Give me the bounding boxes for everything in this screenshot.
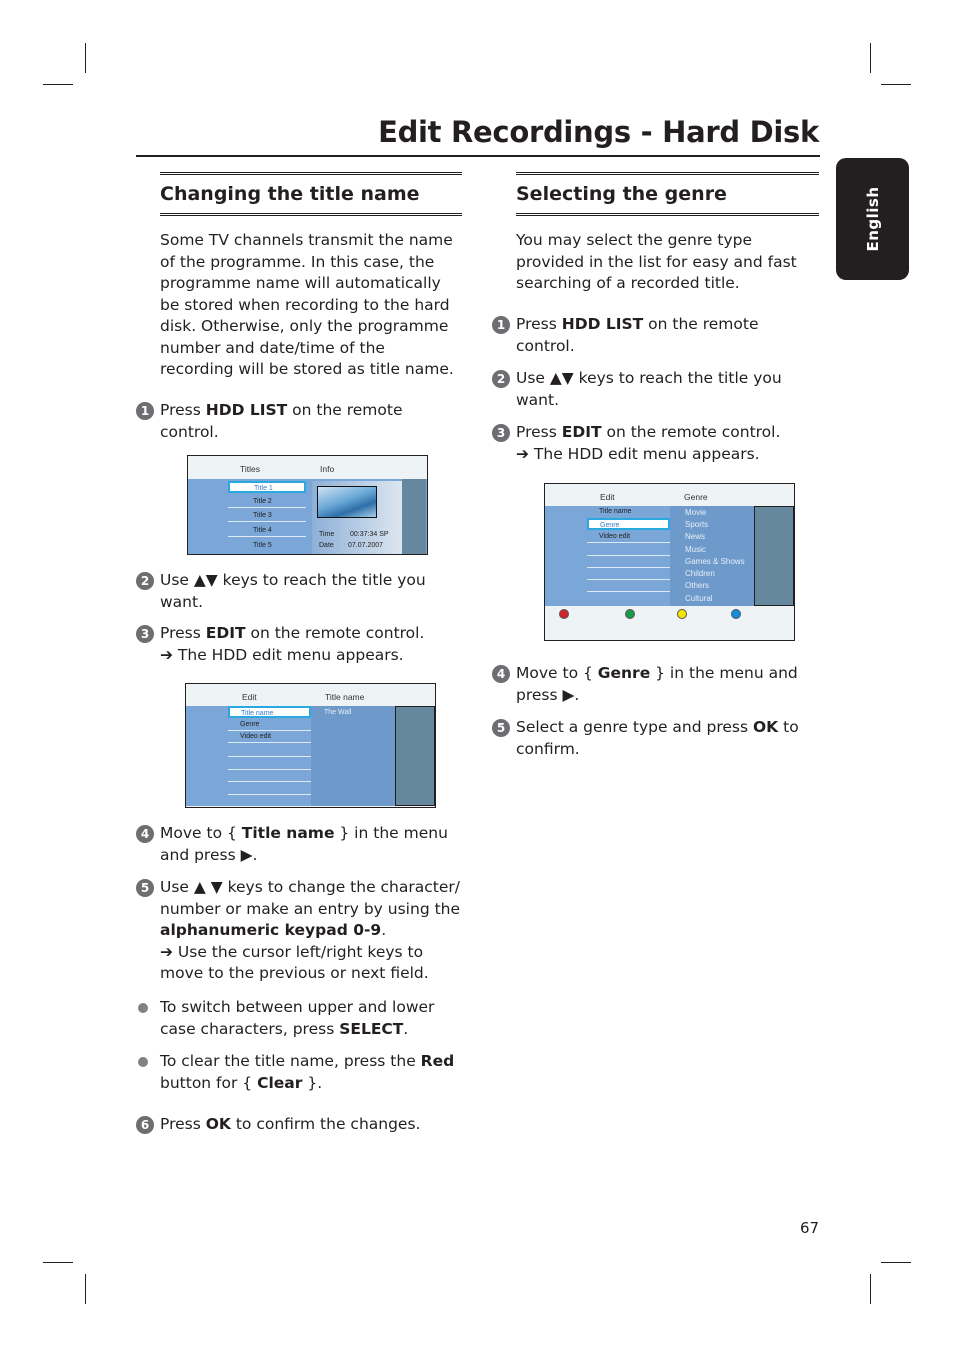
edit-item: Video edit bbox=[228, 731, 311, 743]
genre-option: Games & Shows bbox=[685, 557, 745, 566]
edit-item: Video edit bbox=[587, 531, 670, 543]
crop-mark bbox=[85, 43, 86, 73]
crop-mark bbox=[43, 1262, 73, 1263]
edit-item-empty bbox=[228, 769, 311, 782]
red-key-icon bbox=[559, 609, 569, 619]
date-label: Date bbox=[319, 542, 334, 549]
step-number-icon: 4 bbox=[492, 665, 510, 683]
step-number-icon: 1 bbox=[136, 402, 154, 420]
title-rule bbox=[136, 155, 820, 157]
step-number-icon: 5 bbox=[136, 879, 154, 897]
titles-menu-screenshot: Titles Info Title 1 Title 2 Title 3 Titl… bbox=[187, 455, 428, 555]
edit-column-header: Edit bbox=[600, 492, 615, 502]
genre-option: Music bbox=[685, 545, 706, 554]
step-number-icon: 3 bbox=[492, 424, 510, 442]
crop-mark bbox=[881, 1262, 911, 1263]
page-title: Edit Recordings - Hard Disk bbox=[378, 115, 819, 149]
right-step-3: 3 Press EDIT on the remote control. ➔ Th… bbox=[492, 422, 816, 465]
crop-mark bbox=[870, 1274, 871, 1304]
left-section-heading: Changing the title name bbox=[160, 172, 462, 216]
genre-column-header: Genre bbox=[684, 492, 708, 502]
edit-genre-screenshot: Edit Genre Title name Genre Video edit M… bbox=[544, 483, 795, 641]
page-number: 67 bbox=[800, 1219, 820, 1237]
left-step-6: 6 Press OK to confirm the changes. bbox=[136, 1114, 470, 1136]
step-number-icon: 3 bbox=[136, 625, 154, 643]
language-tab-label: English bbox=[863, 186, 882, 252]
step-result: ➔ The HDD edit menu appears. bbox=[516, 444, 760, 463]
titles-column-header: Titles bbox=[240, 464, 260, 474]
edit-item: Genre bbox=[228, 719, 311, 731]
left-step-2: 2 Use ▲▼ keys to reach the title you wan… bbox=[136, 570, 460, 613]
crop-mark bbox=[43, 84, 73, 85]
thumbnail-image bbox=[317, 486, 377, 518]
yellow-key-icon bbox=[677, 609, 687, 619]
step-number-icon: 5 bbox=[492, 719, 510, 737]
blue-key-icon bbox=[731, 609, 741, 619]
side-panel bbox=[754, 506, 794, 606]
info-column-header: Info bbox=[320, 464, 335, 474]
left-bullet-1: To switch between upper and lower case c… bbox=[136, 997, 470, 1040]
edit-title-name-screenshot: Edit Title name Title name Genre Video e… bbox=[185, 683, 436, 808]
step-number-icon: 2 bbox=[136, 572, 154, 590]
crop-mark bbox=[85, 1274, 86, 1304]
right-step-5: 5 Select a genre type and press OK to co… bbox=[492, 717, 816, 760]
step-result: ➔ The HDD edit menu appears. bbox=[160, 645, 404, 664]
right-step-4: 4 Move to { Genre } in the menu and pres… bbox=[492, 663, 816, 706]
step-number-icon: 2 bbox=[492, 370, 510, 388]
crop-mark bbox=[870, 43, 871, 73]
genre-option: Children bbox=[685, 569, 715, 578]
genre-option: Cultural bbox=[685, 594, 713, 603]
title-item: Title 4 bbox=[228, 525, 306, 537]
edit-item-empty bbox=[228, 744, 311, 757]
right-section-heading: Selecting the genre bbox=[516, 172, 819, 216]
bullet-icon bbox=[138, 1057, 148, 1067]
time-value: 00:37:34 SP bbox=[350, 531, 389, 538]
left-step-3: 3 Press EDIT on the remote control. ➔ Th… bbox=[136, 623, 460, 666]
left-step-1: 1 Press HDD LIST on the remote control. bbox=[136, 400, 460, 443]
language-tab: English bbox=[836, 158, 909, 280]
step-number-icon: 4 bbox=[136, 825, 154, 843]
green-key-icon bbox=[625, 609, 635, 619]
step-result: ➔ Use the cursor left/right keys to move… bbox=[160, 942, 429, 983]
edit-column-header: Edit bbox=[242, 692, 257, 702]
title-item: Title 5 bbox=[253, 542, 272, 549]
step-number-icon: 6 bbox=[136, 1116, 154, 1134]
genre-option: News bbox=[685, 532, 706, 541]
title-item: Title 3 bbox=[228, 510, 306, 522]
section-title: Selecting the genre bbox=[516, 172, 819, 216]
value-panel bbox=[311, 706, 395, 806]
side-panel bbox=[402, 479, 426, 554]
left-step-4: 4 Move to { Title name } in the menu and… bbox=[136, 823, 470, 866]
bullet-icon bbox=[138, 1003, 148, 1013]
genre-option: Others bbox=[685, 581, 710, 590]
title-name-column-header: Title name bbox=[325, 692, 365, 702]
title-item-selected: Title 1 bbox=[228, 481, 306, 493]
edit-item-empty bbox=[228, 782, 311, 795]
right-intro: You may select the genre type provided i… bbox=[516, 231, 797, 292]
section-title: Changing the title name bbox=[160, 172, 462, 216]
genre-list-panel bbox=[670, 506, 754, 606]
edit-item: Title name bbox=[599, 508, 632, 515]
title-item: Title 2 bbox=[228, 496, 306, 508]
time-label: Time bbox=[319, 531, 335, 538]
crop-mark bbox=[881, 84, 911, 85]
genre-option: Movie bbox=[685, 508, 707, 517]
date-value: 07.07.2007 bbox=[348, 542, 384, 549]
side-panel bbox=[395, 706, 435, 806]
edit-item-selected: Title name bbox=[228, 706, 311, 718]
edit-item-selected: Genre bbox=[587, 518, 670, 530]
left-intro: Some TV channels transmit the name of th… bbox=[160, 231, 454, 378]
left-step-5: 5 Use ▲ ▼ keys to change the character/ … bbox=[136, 877, 470, 985]
title-name-value: The Wall bbox=[324, 709, 352, 716]
right-step-1: 1 Press HDD LIST on the remote control. bbox=[492, 314, 816, 357]
right-step-2: 2 Use ▲▼ keys to reach the title you wan… bbox=[492, 368, 816, 411]
edit-item-empty bbox=[587, 579, 670, 592]
left-bullet-2: To clear the title name, press the Red b… bbox=[136, 1051, 470, 1094]
genre-option: Sports bbox=[685, 520, 709, 529]
step-number-icon: 1 bbox=[492, 316, 510, 334]
